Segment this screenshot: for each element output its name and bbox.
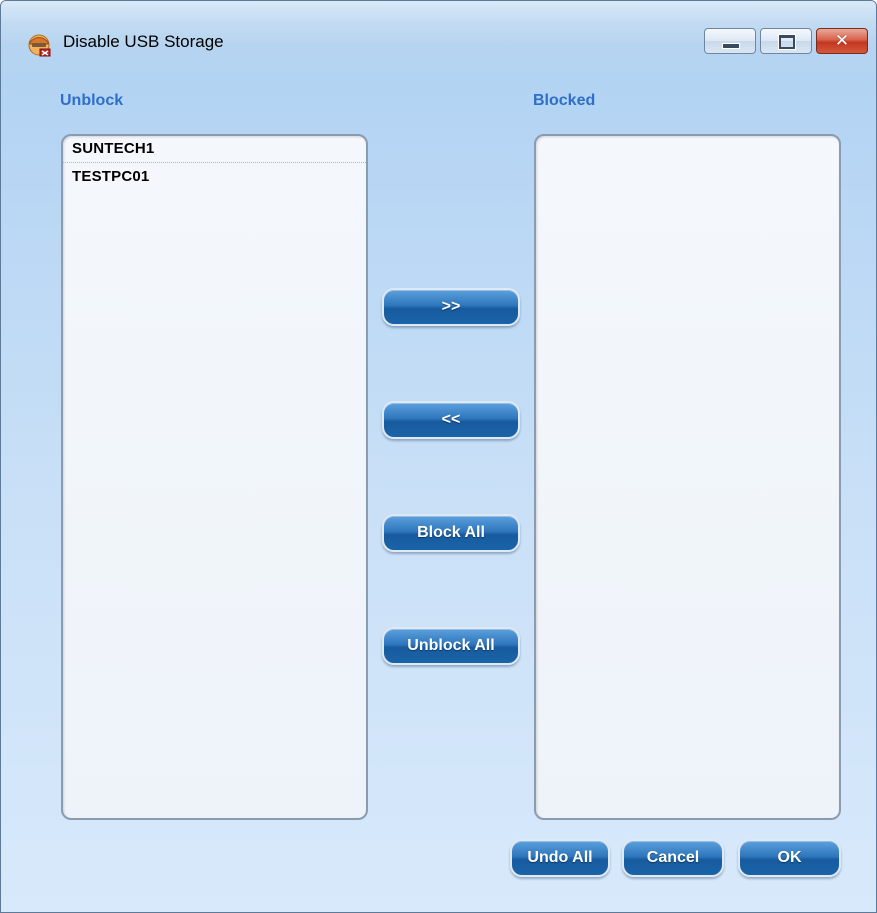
unblock-label: Unblock [60, 92, 124, 109]
undo-all-button[interactable]: Undo All [510, 839, 610, 877]
maximize-icon [778, 34, 796, 50]
window-title: Disable USB Storage [63, 32, 224, 51]
window-controls: ✕ [704, 28, 868, 54]
list-item[interactable]: TESTPC01 [63, 163, 366, 191]
ok-button[interactable]: OK [738, 839, 841, 877]
maximize-button[interactable] [760, 28, 812, 54]
minimize-button[interactable] [704, 28, 756, 54]
cancel-button[interactable]: Cancel [622, 839, 724, 877]
blocked-list[interactable] [534, 134, 841, 820]
list-item[interactable]: SUNTECH1 [63, 136, 366, 163]
unblock-list[interactable]: SUNTECH1 TESTPC01 [61, 134, 368, 820]
move-left-button[interactable]: << [382, 401, 520, 439]
block-all-button[interactable]: Block All [382, 514, 520, 552]
minimize-icon [722, 43, 740, 49]
unblock-all-button[interactable]: Unblock All [382, 627, 520, 665]
close-icon: ✕ [834, 31, 850, 51]
move-right-button[interactable]: >> [382, 288, 520, 326]
title-bar[interactable]: Disable USB Storage ✕ [1, 1, 876, 57]
blocked-label: Blocked [533, 92, 596, 109]
close-button[interactable]: ✕ [816, 28, 868, 54]
usb-user-icon [28, 34, 51, 57]
dialog-window: Disable USB Storage ✕ Unblock Blocked SU… [0, 0, 877, 913]
